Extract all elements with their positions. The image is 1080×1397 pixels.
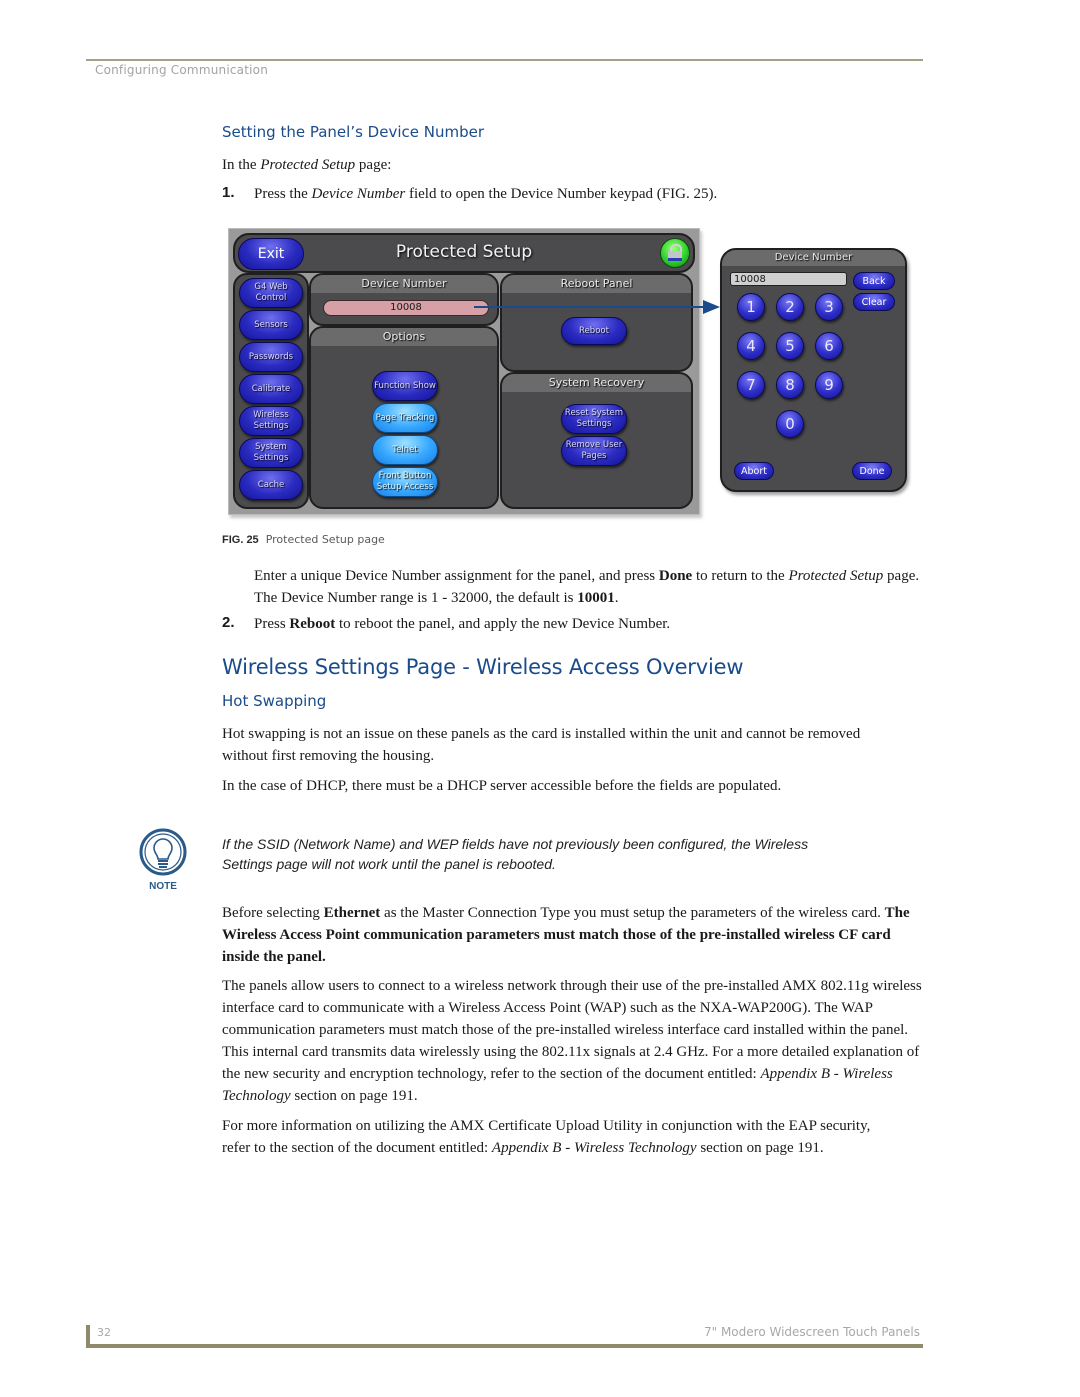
subheading-hot-swapping: Hot Swapping <box>222 692 327 710</box>
cross-reference-link[interactable]: Appendix B - Wireless Technology <box>492 1140 697 1156</box>
bold-text: Ethernet <box>323 905 381 921</box>
keypad-digit-4[interactable]: 4 <box>737 332 765 360</box>
sidebar-button-passwords[interactable]: Passwords <box>239 342 303 372</box>
text: field to open the Device Number keypad (… <box>405 186 718 202</box>
page-tracking-button[interactable]: Page Tracking <box>372 403 438 433</box>
keypad-back-button[interactable]: Back <box>853 272 895 290</box>
keypad-digit-6[interactable]: 6 <box>815 332 843 360</box>
keypad-digit-5[interactable]: 5 <box>776 332 804 360</box>
keypad-digit-8[interactable]: 8 <box>776 371 804 399</box>
remove-user-pages-button[interactable]: Remove User Pages <box>561 436 627 466</box>
wireless-network-paragraph: The panels allow users to connect to a w… <box>222 975 922 1107</box>
callout-arrow-head-icon <box>703 300 720 314</box>
keypad-value-field[interactable]: 10008 <box>730 272 847 286</box>
text: Press <box>254 616 290 632</box>
device-number-field[interactable]: 10008 <box>323 300 489 316</box>
sidebar-button-calibrate[interactable]: Calibrate <box>239 374 303 404</box>
figure-label: FIG. 25 <box>222 534 259 546</box>
function-show-button[interactable]: Function Show <box>372 371 438 401</box>
emphasis: Device Number <box>311 186 406 202</box>
lock-icon[interactable] <box>660 238 690 268</box>
text: to return to the <box>692 568 789 584</box>
device-number-group: Device Number 10008 <box>309 273 499 326</box>
bold-text: Done <box>658 568 693 584</box>
keypad-abort-button[interactable]: Abort <box>734 462 774 480</box>
footer-rule <box>86 1344 923 1348</box>
sidebar-button-g4-web-control[interactable]: G4 Web Control <box>239 278 303 308</box>
figure-caption: FIG. 25 Protected Setup page <box>222 533 385 546</box>
sidebar: G4 Web Control Sensors Passwords Calibra… <box>233 273 309 509</box>
device-number-header: Device Number <box>311 275 497 293</box>
bold-text: 10001 <box>577 590 615 606</box>
header-rule <box>86 59 923 61</box>
text: . <box>614 590 619 606</box>
text: section on page 191. <box>696 1140 824 1156</box>
system-recovery-header: System Recovery <box>502 374 691 392</box>
reset-system-settings-button[interactable]: Reset System Settings <box>561 404 627 434</box>
protected-setup-title: Protected Setup <box>395 242 533 262</box>
front-button-setup-access-button[interactable]: Front Button Setup Access <box>372 467 438 497</box>
bold-text: Reboot <box>289 616 336 632</box>
options-header: Options <box>311 328 497 346</box>
intro-paragraph: In the Protected Setup page: <box>222 154 391 176</box>
reboot-panel-header: Reboot Panel <box>502 275 691 293</box>
system-recovery-group: System Recovery Reset System Settings Re… <box>500 372 693 509</box>
sidebar-button-sensors[interactable]: Sensors <box>239 310 303 340</box>
text: to reboot the panel, and apply the new D… <box>335 616 671 632</box>
text: page: <box>355 157 392 173</box>
footer-title: 7" Modero Widescreen Touch Panels <box>703 1325 920 1339</box>
emphasis: Setup <box>849 568 884 584</box>
step-1-text: Press the Device Number field to open th… <box>254 183 717 205</box>
text: Enter a unique Device Number assignment … <box>254 568 659 584</box>
text: as the Master Connection Type you must s… <box>380 905 885 921</box>
reboot-button[interactable]: Reboot <box>561 317 627 345</box>
device-number-instructions: Enter a unique Device Number assignment … <box>254 565 924 609</box>
sidebar-button-cache[interactable]: Cache <box>239 470 303 500</box>
step-2-text: Press Reboot to reboot the panel, and ap… <box>254 613 670 635</box>
section-heading-wireless-settings: Wireless Settings Page - Wireless Access… <box>222 655 744 679</box>
certificate-utility-paragraph: For more information on utilizing the AM… <box>222 1115 902 1159</box>
hot-swapping-paragraph: Hot swapping is not an issue on these pa… <box>222 726 861 764</box>
keypad-clear-button[interactable]: Clear <box>853 293 895 311</box>
ethernet-paragraph: Before selecting Ethernet as the Master … <box>222 902 922 968</box>
keypad-title: Device Number <box>722 250 905 266</box>
note-lightbulb-icon: NOTE <box>138 826 188 892</box>
keypad-digit-3[interactable]: 3 <box>815 293 843 321</box>
note-text: If the SSID (Network Name) and WEP field… <box>222 836 809 872</box>
telnet-button[interactable]: Telnet <box>372 435 438 465</box>
title-bar: Exit Protected Setup <box>233 233 695 273</box>
keypad-digit-2[interactable]: 2 <box>776 293 804 321</box>
keypad-digit-9[interactable]: 9 <box>815 371 843 399</box>
device-number-keypad: Device Number 10008 Back Clear 1 2 3 4 5… <box>720 248 907 492</box>
step-number: 2. <box>222 614 235 631</box>
section-heading-device-number: Setting the Panel’s Device Number <box>222 123 485 141</box>
step-number: 1. <box>222 184 235 201</box>
callout-arrow-line <box>474 306 706 308</box>
keypad-digit-7[interactable]: 7 <box>737 371 765 399</box>
text: section on page 191. <box>290 1088 418 1104</box>
note-label: NOTE <box>149 881 177 892</box>
figure-caption-text: Protected Setup page <box>265 533 385 546</box>
options-group: Options Function Show Page Tracking Teln… <box>309 326 499 509</box>
text: Before selecting <box>222 905 324 921</box>
keypad-digit-1[interactable]: 1 <box>737 293 765 321</box>
emphasis: Protected <box>788 568 847 584</box>
running-head: Configuring Communication <box>95 63 268 77</box>
dhcp-paragraph: In the case of DHCP, there must be a DHC… <box>222 778 782 794</box>
emphasis: Protected Setup <box>260 157 356 173</box>
reboot-panel-group: Reboot Panel Reboot <box>500 273 693 372</box>
sidebar-button-wireless-settings[interactable]: Wireless Settings <box>239 406 303 436</box>
text: Press the <box>254 186 312 202</box>
page-number: 32 <box>97 1326 111 1339</box>
text: In the <box>222 157 261 173</box>
keypad-digit-0[interactable]: 0 <box>776 410 804 438</box>
protected-setup-screenshot: Exit Protected Setup G4 Web Control Sens… <box>228 228 700 515</box>
keypad-done-button[interactable]: Done <box>852 462 892 480</box>
sidebar-button-system-settings[interactable]: System Settings <box>239 438 303 468</box>
